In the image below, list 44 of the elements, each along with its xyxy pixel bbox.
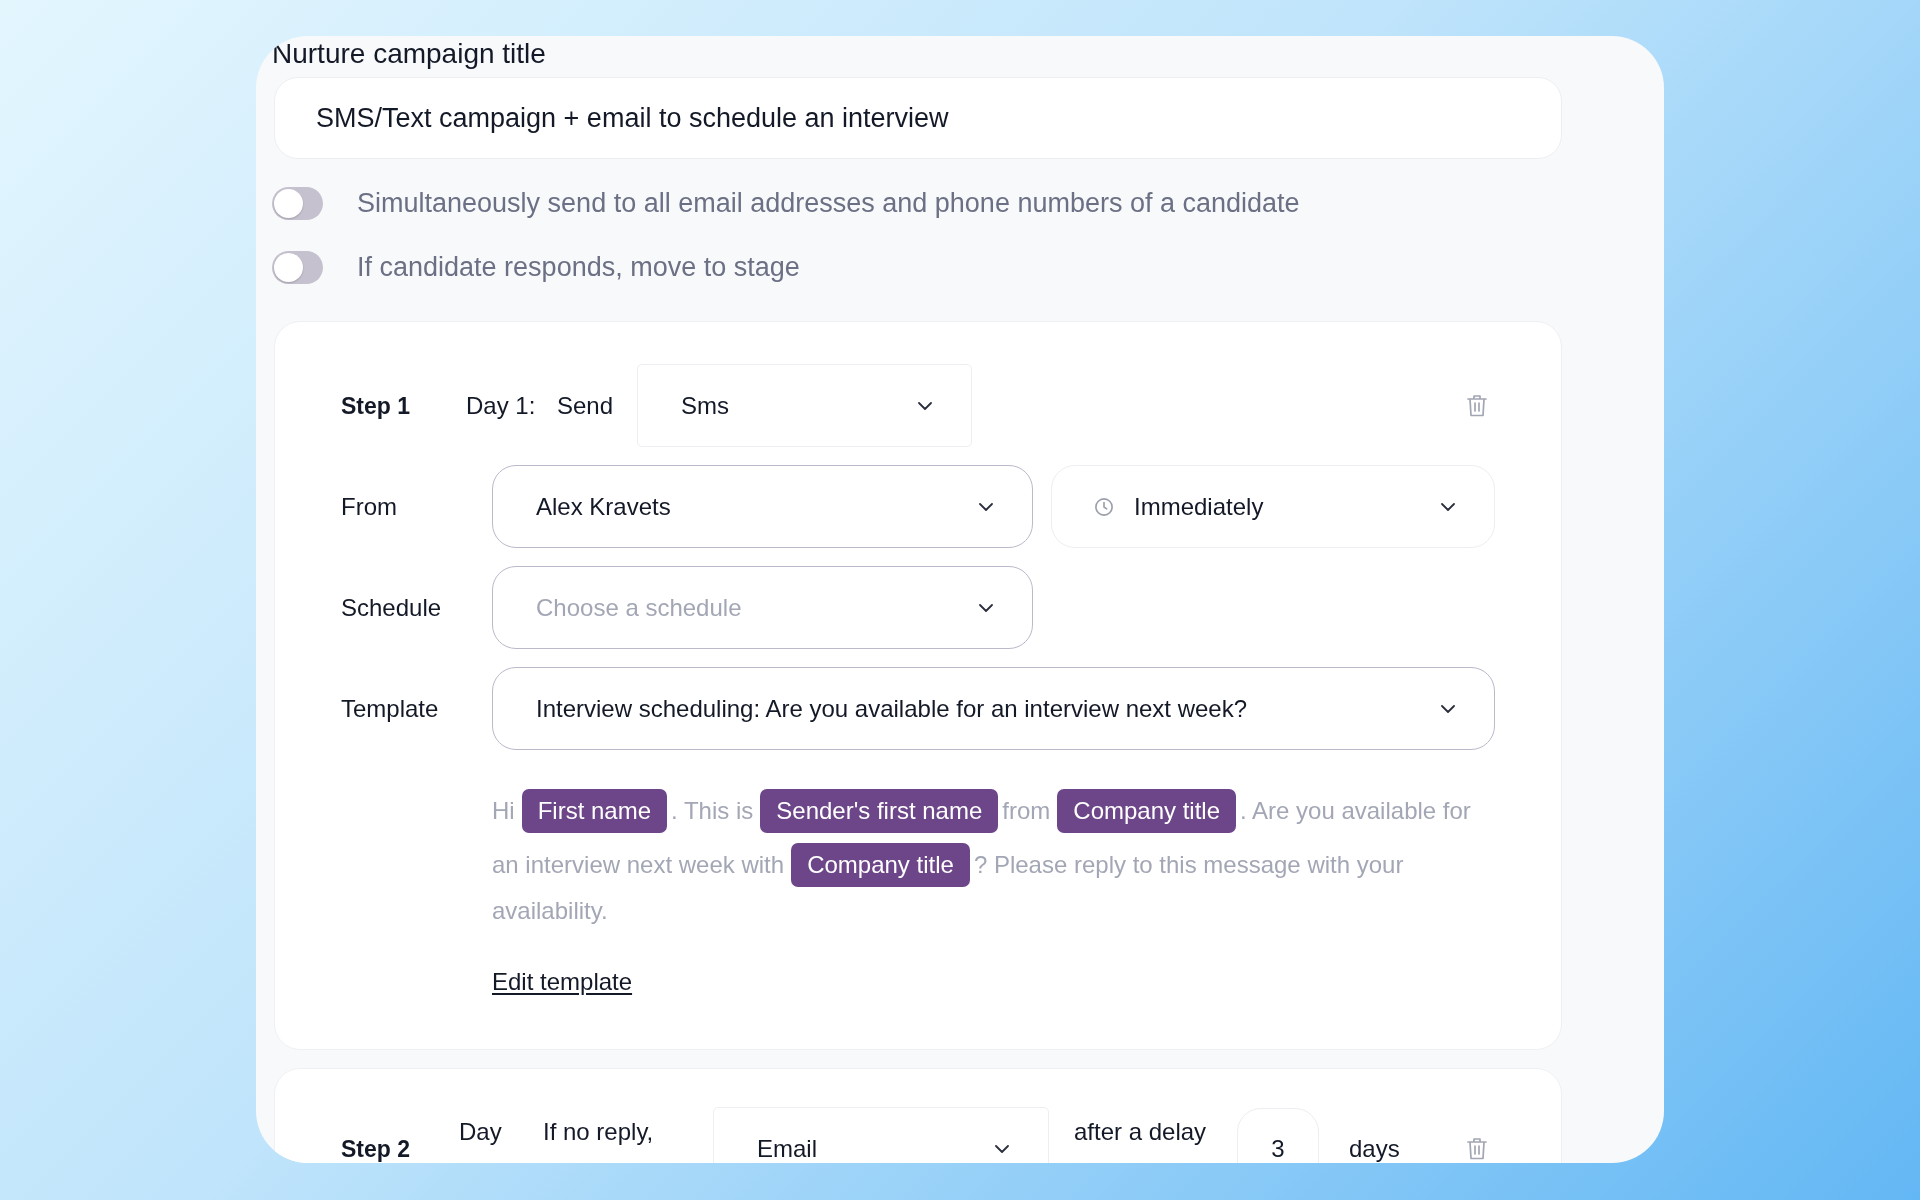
step-title: Step 1 — [341, 393, 412, 418]
step-title: Step 2 — [341, 1136, 412, 1161]
message-text: ? Please reply to this message with your — [973, 851, 1404, 879]
trash-icon[interactable] — [1467, 394, 1487, 417]
message-text: Hi — [492, 797, 515, 825]
message-text: . This is — [671, 797, 754, 825]
clock-icon — [1095, 497, 1113, 516]
variable-tag: Sender's first name — [760, 789, 999, 833]
template-select[interactable]: Interview scheduling: Are you available for an interview next week? — [492, 667, 1495, 750]
chevron-down-icon — [979, 502, 993, 511]
timing-select[interactable]: Immediately — [1051, 465, 1495, 548]
trash-icon[interactable] — [1467, 1137, 1487, 1160]
day-label: Day — [459, 1117, 503, 1147]
unit-label: days — [1349, 1135, 1401, 1162]
variable-tag: Company title — [1057, 789, 1237, 833]
title-input[interactable]: SMS/Text campaign + email to schedule an interview — [274, 77, 1562, 159]
chevron-down-icon — [979, 603, 993, 612]
message-text: . Are you available for — [1240, 797, 1471, 825]
message-text: from — [1002, 797, 1051, 825]
chevron-down-icon — [918, 401, 932, 410]
channel-select[interactable]: Email — [713, 1107, 1049, 1163]
day-label: Day 1: — [466, 392, 537, 419]
field-label: From — [341, 492, 398, 521]
delay-input[interactable]: 3 — [1237, 1107, 1319, 1163]
action-label: Send — [557, 392, 615, 419]
delay-label: after a delay — [1074, 1117, 1208, 1147]
toggle-switch[interactable] — [272, 250, 323, 284]
toggle-switch[interactable] — [272, 186, 323, 220]
channel-select[interactable]: Sms — [637, 364, 972, 447]
condition-label: If no reply, — [543, 1117, 655, 1147]
chevron-down-icon — [1441, 502, 1455, 511]
message-text: availability. — [492, 897, 608, 925]
variable-tag: First name — [521, 789, 668, 833]
chevron-down-icon — [1441, 704, 1455, 713]
toggle-label: If candidate responds, move to stage — [357, 251, 800, 283]
message-text: an interview next week with — [492, 851, 785, 879]
edit-template-link[interactable]: Edit template — [492, 967, 633, 997]
sender-select[interactable]: Alex Kravets — [492, 465, 1033, 548]
variable-tag: Company title — [791, 843, 970, 887]
field-label: Template — [341, 694, 440, 723]
toggle-label: Simultaneously send to all email addresses and phone numbers of a candidate — [357, 187, 1300, 219]
chevron-down-icon — [995, 1144, 1009, 1153]
field-label: Schedule — [341, 593, 443, 622]
campaign-title-label: Nurture campaign title — [272, 38, 546, 70]
